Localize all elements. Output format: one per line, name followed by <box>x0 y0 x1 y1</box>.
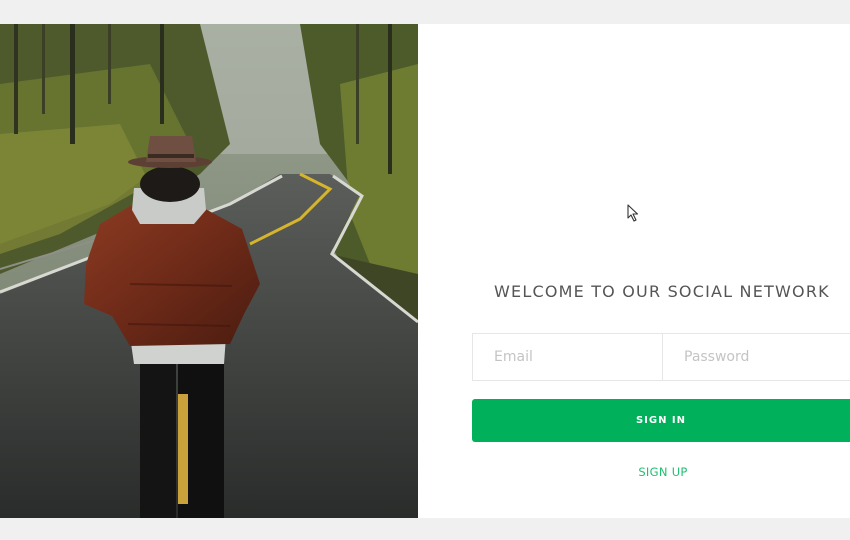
welcome-heading: WELCOME TO OUR SOCIAL NETWORK <box>494 282 830 301</box>
sign-in-button[interactable]: SIGN IN <box>472 399 850 442</box>
sign-up-link[interactable]: SIGN UP <box>618 465 708 479</box>
login-card: WELCOME TO OUR SOCIAL NETWORK SIGN IN SI… <box>0 24 850 518</box>
hero-illustration <box>0 24 418 518</box>
mouse-cursor-icon <box>627 204 639 222</box>
hero-photo <box>0 24 418 518</box>
email-field[interactable] <box>473 334 663 380</box>
password-field[interactable] <box>663 334 850 380</box>
login-panel: WELCOME TO OUR SOCIAL NETWORK SIGN IN SI… <box>418 24 850 518</box>
credentials-fields <box>472 333 850 381</box>
